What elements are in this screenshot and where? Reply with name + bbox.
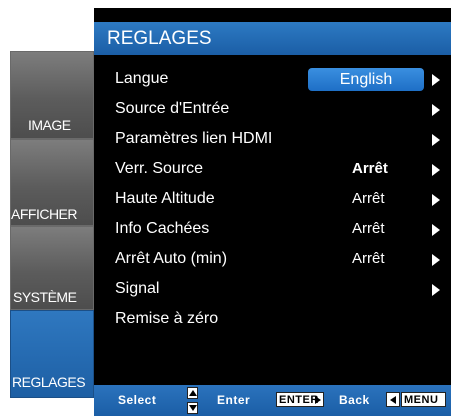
menu-key-icon: MENU xyxy=(401,392,446,407)
tab-afficher[interactable]: AFFICHER xyxy=(10,139,94,226)
menu-item-label: Paramètres lien HDMI xyxy=(115,130,273,147)
menu-item-source-entree[interactable]: Source d'Entrée xyxy=(94,94,451,124)
chevron-right-icon[interactable] xyxy=(432,194,440,206)
down-key-icon xyxy=(187,402,198,414)
menu-item-label: Signal xyxy=(115,280,160,297)
up-down-keys-icon xyxy=(187,387,198,414)
menu-item-label: Source d'Entrée xyxy=(115,100,230,117)
menu-item-info-cachees[interactable]: Info Cachées Arrêt xyxy=(94,214,451,244)
left-arrow-icon xyxy=(390,396,396,404)
menu-item-label: Haute Altitude xyxy=(115,190,215,207)
chevron-right-icon[interactable] xyxy=(432,164,440,176)
menu-key-label: MENU xyxy=(404,394,439,406)
enter-key-icon: ENTER xyxy=(276,392,324,407)
enter-key-label: ENTER xyxy=(279,394,319,406)
panel-header: REGLAGES xyxy=(94,22,451,55)
menu-item-value: Arrêt xyxy=(352,160,388,177)
select-hint-label: Select xyxy=(118,393,157,407)
chevron-right-icon[interactable] xyxy=(432,284,440,296)
menu-item-label: Langue xyxy=(115,70,169,87)
right-arrow-icon xyxy=(315,396,321,404)
tab-reglages[interactable]: REGLAGES xyxy=(10,310,94,398)
tab-image-label: IMAGE xyxy=(28,117,71,133)
osd-panel: REGLAGES Langue English Source d'Entrée … xyxy=(94,8,451,416)
tab-afficher-label: AFFICHER xyxy=(11,206,78,222)
menu-item-label: Remise à zéro xyxy=(115,310,219,327)
menu-item-value: Arrêt xyxy=(352,220,385,237)
category-tabs: IMAGE AFFICHER SYSTÈME REGLAGES xyxy=(10,51,94,398)
key-hint-bar: Select Enter ENTER Back MENU xyxy=(94,385,451,416)
enter-hint-label: Enter xyxy=(217,393,251,407)
menu-item-arret-auto[interactable]: Arrêt Auto (min) Arrêt xyxy=(94,244,451,274)
up-key-icon xyxy=(187,387,198,399)
chevron-right-icon[interactable] xyxy=(432,74,440,86)
menu-item-haute-altitude[interactable]: Haute Altitude Arrêt xyxy=(94,184,451,214)
menu-item-langue[interactable]: Langue English xyxy=(94,64,451,94)
menu-item-verr-source[interactable]: Verr. Source Arrêt xyxy=(94,154,451,184)
tab-image[interactable]: IMAGE xyxy=(10,51,94,139)
menu-item-signal[interactable]: Signal xyxy=(94,274,451,304)
tab-systeme-label: SYSTÈME xyxy=(13,289,77,305)
menu-item-value: Arrêt xyxy=(352,190,385,207)
page-title: REGLAGES xyxy=(107,28,212,49)
left-key-icon xyxy=(386,392,400,407)
back-hint-label: Back xyxy=(339,393,370,407)
language-value-selected[interactable]: English xyxy=(308,68,424,91)
menu-item-label: Info Cachées xyxy=(115,220,210,237)
menu-item-hdmi-link[interactable]: Paramètres lien HDMI xyxy=(94,124,451,154)
chevron-right-icon[interactable] xyxy=(432,254,440,266)
menu-item-label: Arrêt Auto (min) xyxy=(115,250,228,267)
tab-reglages-label: REGLAGES xyxy=(12,374,86,390)
chevron-right-icon[interactable] xyxy=(432,104,440,116)
tab-systeme[interactable]: SYSTÈME xyxy=(10,226,94,310)
chevron-right-icon[interactable] xyxy=(432,134,440,146)
chevron-right-icon[interactable] xyxy=(432,224,440,236)
menu-item-value: Arrêt xyxy=(352,250,385,267)
menu-item-label: Verr. Source xyxy=(115,160,204,177)
menu-item-remise-a-zero[interactable]: Remise à zéro xyxy=(94,304,451,334)
